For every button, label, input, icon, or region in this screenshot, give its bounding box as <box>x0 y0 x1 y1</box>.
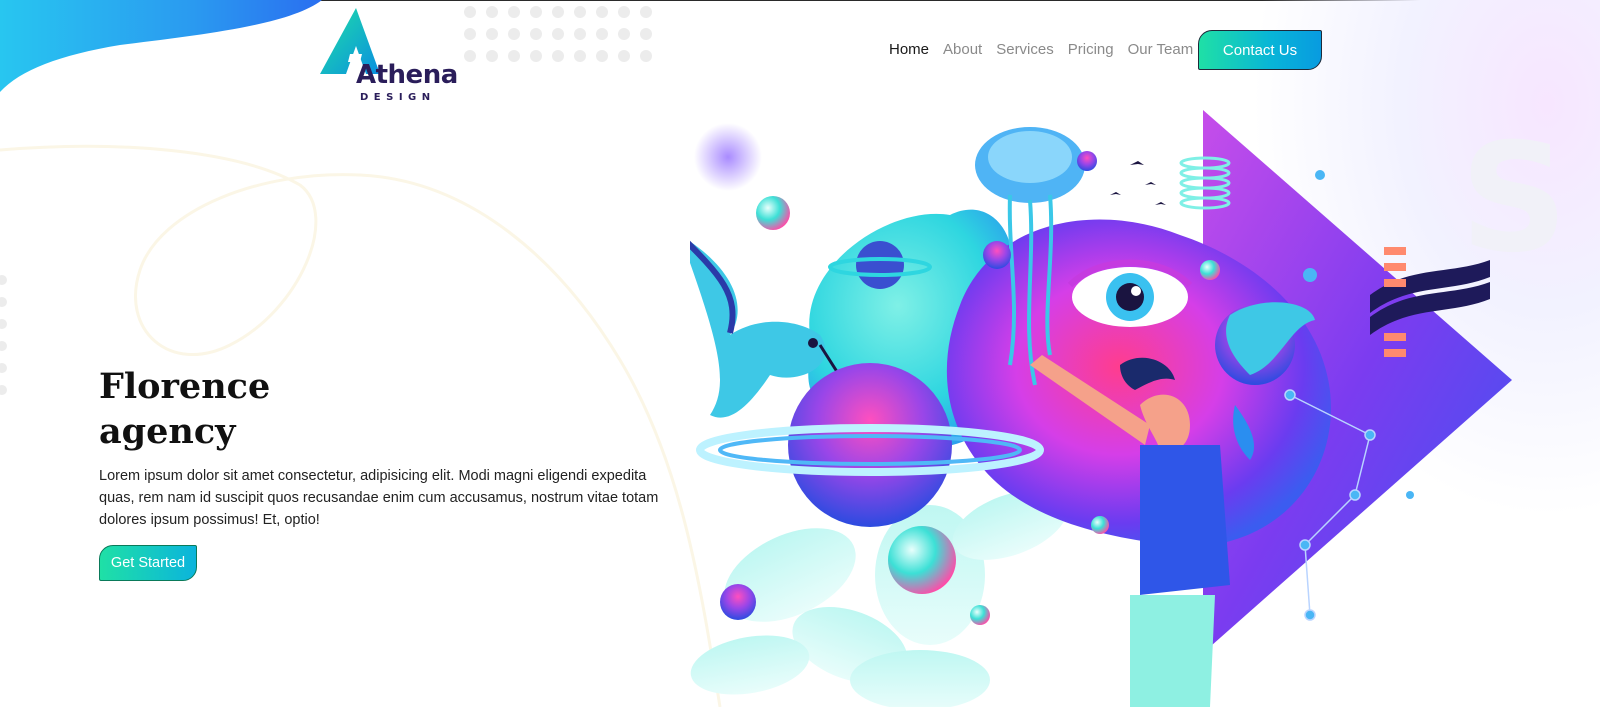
nav-item-services[interactable]: Services <box>996 40 1054 60</box>
background-wave-shape <box>0 0 322 92</box>
side-dot-column <box>0 275 7 395</box>
brand-logo[interactable]: Athena DESIGN <box>320 8 470 108</box>
nav-item-our-team[interactable]: Our Team <box>1128 40 1194 60</box>
hero-title: Florence agency <box>99 364 399 454</box>
get-started-button[interactable]: Get Started <box>99 545 197 581</box>
hero-title-line-1: Florence <box>99 366 271 407</box>
nav-item-pricing[interactable]: Pricing <box>1068 40 1114 60</box>
brand-name: Athena <box>356 60 458 90</box>
nav-item-about[interactable]: About <box>943 40 982 60</box>
nav-item-home[interactable]: Home <box>889 40 929 60</box>
space-surreal-illustration <box>690 110 1512 707</box>
brand-tagline: DESIGN <box>360 92 436 103</box>
main-nav: Home About Services Pricing Our Team <box>889 40 1207 60</box>
contact-us-button[interactable]: Contact Us <box>1198 30 1322 70</box>
hero-title-line-2: agency <box>99 411 236 452</box>
decorative-dot-grid <box>464 6 652 62</box>
hero-description: Lorem ipsum dolor sit amet consectetur, … <box>99 468 659 528</box>
